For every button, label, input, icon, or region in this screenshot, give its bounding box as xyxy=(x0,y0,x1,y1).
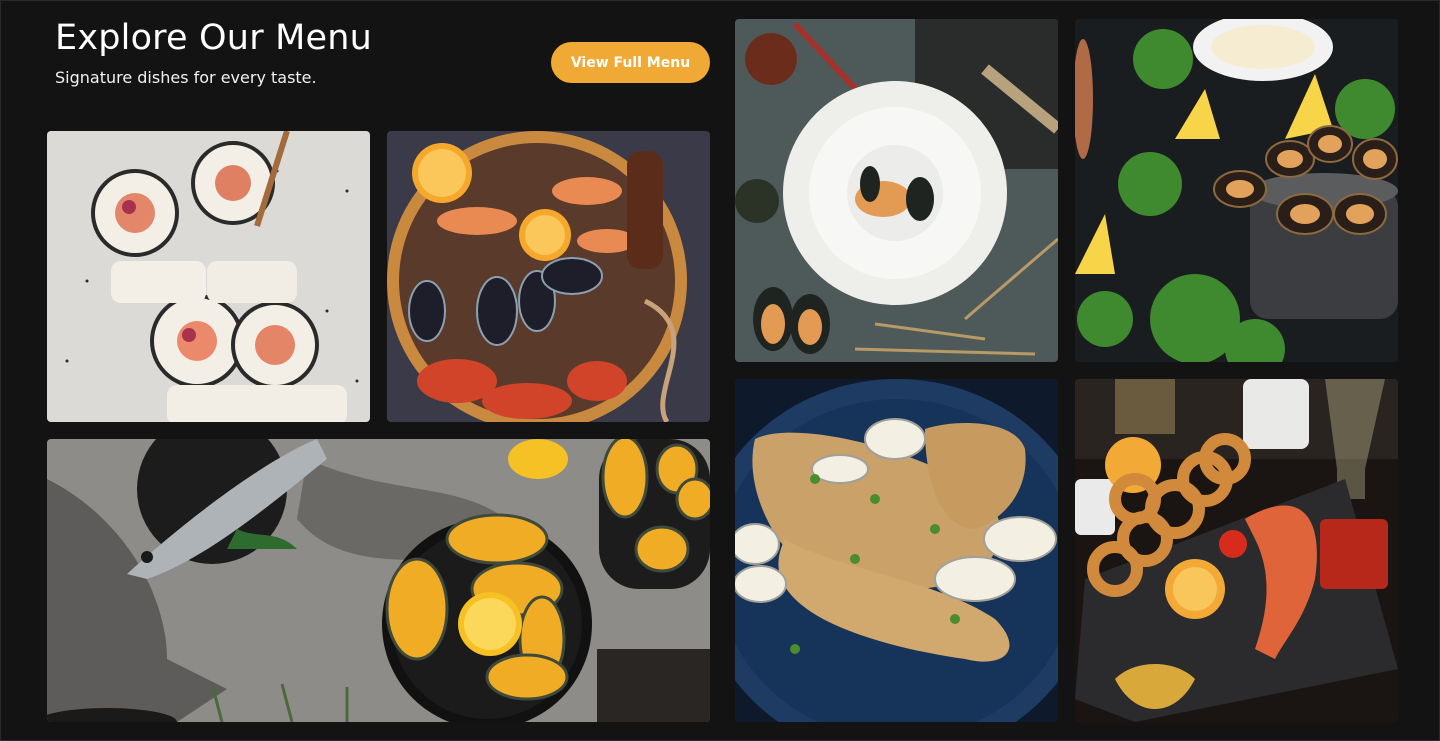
view-full-menu-button[interactable]: View Full Menu xyxy=(551,42,710,83)
gallery-image-mussels-pot xyxy=(1075,19,1398,362)
gallery-image-calamari-shrimp xyxy=(1075,379,1398,722)
gallery-image-seafood-platter xyxy=(387,131,710,422)
page-subtitle: Signature dishes for every taste. xyxy=(55,68,317,87)
gallery-image-sushi xyxy=(47,131,370,422)
gallery-image-plated-mussel xyxy=(735,19,1058,362)
gallery-image-grilled-fish xyxy=(735,379,1058,722)
gallery-image-sea-bass-mussels xyxy=(47,439,710,722)
page-title: Explore Our Menu xyxy=(55,18,373,58)
